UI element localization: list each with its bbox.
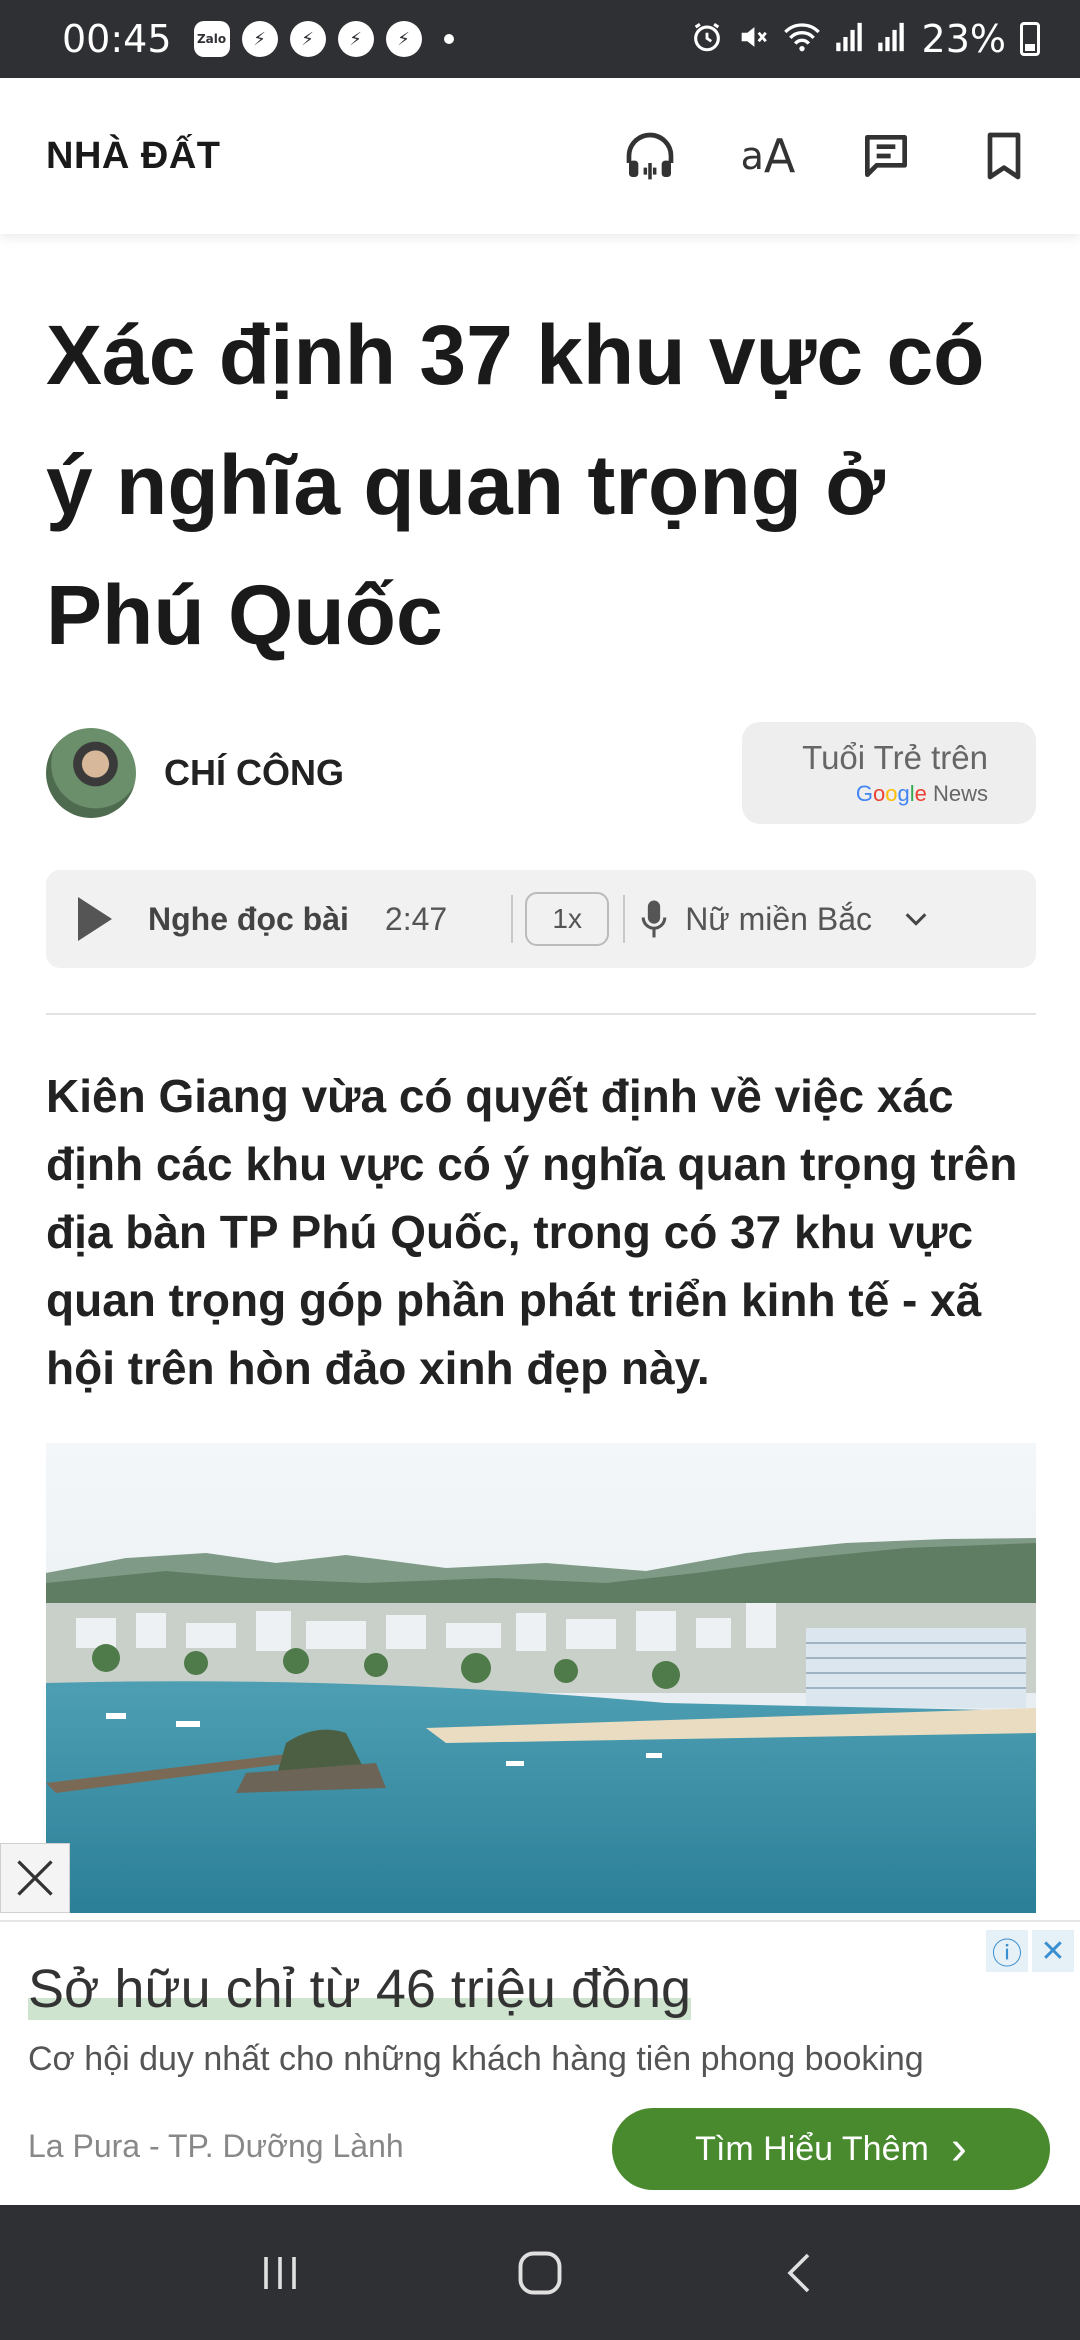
- listen-label[interactable]: Nghe đọc bài: [148, 901, 349, 938]
- author-row: CHÍ CÔNG Tuổi Trẻ trên Google News: [46, 722, 1036, 824]
- article-header: NHÀ ĐẤT aA: [0, 78, 1080, 234]
- play-icon[interactable]: [78, 897, 112, 941]
- messenger-icon: ⚡: [289, 21, 326, 57]
- messenger-icon: ⚡: [337, 21, 374, 57]
- battery-percent: 23%: [921, 17, 1006, 61]
- playback-speed-button[interactable]: 1x: [525, 892, 610, 946]
- system-nav-bar: [0, 2205, 1080, 2340]
- wifi-icon: [782, 20, 822, 58]
- ad-cta-button[interactable]: Tìm Hiểu Thêm ›: [612, 2108, 1050, 2190]
- comment-icon[interactable]: [856, 126, 916, 186]
- status-bar-right: 23%: [690, 17, 1040, 61]
- close-icon: [17, 1860, 53, 1896]
- audio-player: Nghe đọc bài 2:47 1x Nữ miền Bắc: [46, 870, 1036, 968]
- google-news-label: Tuổi Trẻ trên: [802, 739, 988, 776]
- audio-duration: 2:47: [384, 900, 448, 937]
- ad-choices[interactable]: ⓘ ✕: [986, 1930, 1074, 1972]
- player-divider: [623, 895, 626, 943]
- font-size-small-glyph: a: [740, 134, 764, 178]
- font-size-icon[interactable]: aA: [738, 126, 798, 186]
- ad-source: La Pura - TP. Dưỡng Lành: [28, 2128, 404, 2164]
- signal-icon: [834, 20, 864, 58]
- zalo-icon: Zalo: [193, 21, 230, 57]
- status-bar: 00:45 Zalo ⚡ ⚡ ⚡ ⚡ 23%: [0, 0, 1080, 78]
- voice-select[interactable]: Nữ miền Bắc: [685, 901, 872, 938]
- status-bar-left: 00:45 Zalo ⚡ ⚡ ⚡ ⚡: [62, 17, 454, 61]
- google-news-button[interactable]: Tuổi Trẻ trên Google News: [742, 722, 1036, 824]
- ad-banner[interactable]: ⓘ ✕ Sở hữu chỉ từ 46 triệu đồng Cơ hội d…: [0, 1920, 1080, 2205]
- recent-apps-icon[interactable]: [240, 2233, 320, 2313]
- battery-icon: [1020, 22, 1040, 56]
- mute-icon: [736, 20, 770, 58]
- google-news-logo: Google News: [855, 781, 988, 806]
- back-icon[interactable]: [760, 2233, 840, 2313]
- author-avatar[interactable]: [46, 728, 136, 818]
- alarm-icon: [690, 20, 724, 58]
- author-name[interactable]: CHÍ CÔNG: [164, 752, 344, 794]
- ad-info-icon[interactable]: ⓘ: [986, 1930, 1028, 1972]
- notification-dot-icon: [443, 34, 454, 44]
- screen: 00:45 Zalo ⚡ ⚡ ⚡ ⚡ 23% NHÀ ĐẤT a A Xác đ…: [0, 0, 1080, 2340]
- chevron-right-icon: ›: [950, 2122, 967, 2175]
- article-title: Xác định 37 khu vực có ý nghĩa quan trọn…: [46, 308, 985, 662]
- headphones-icon[interactable]: [620, 126, 680, 186]
- bookmark-icon[interactable]: [974, 126, 1034, 186]
- close-ad-button[interactable]: [0, 1843, 70, 1913]
- signal-icon: [876, 20, 906, 58]
- microphone-icon: [639, 897, 669, 941]
- player-divider: [511, 895, 514, 943]
- messenger-icon: ⚡: [241, 21, 278, 57]
- header-actions: aA: [620, 126, 1034, 186]
- messenger-icon: ⚡: [385, 21, 422, 57]
- section-name[interactable]: NHÀ ĐẤT: [46, 135, 220, 178]
- ad-cta-label: Tìm Hiểu Thêm: [695, 2129, 929, 2168]
- ad-body: Cơ hội duy nhất cho những khách hàng tiê…: [28, 2040, 924, 2078]
- font-size-large-glyph: A: [763, 129, 796, 183]
- home-icon[interactable]: [500, 2233, 580, 2313]
- status-time: 00:45: [62, 17, 172, 61]
- article-sapo: Kiên Giang vừa có quyết định về việc xác…: [46, 1070, 1018, 1394]
- ad-title[interactable]: Sở hữu chỉ từ 46 triệu đồng: [28, 1958, 692, 2020]
- divider: [46, 1013, 1036, 1015]
- article-photo[interactable]: [46, 1443, 1036, 1913]
- chevron-down-icon[interactable]: [902, 905, 930, 933]
- ad-close-icon[interactable]: ✕: [1032, 1930, 1074, 1972]
